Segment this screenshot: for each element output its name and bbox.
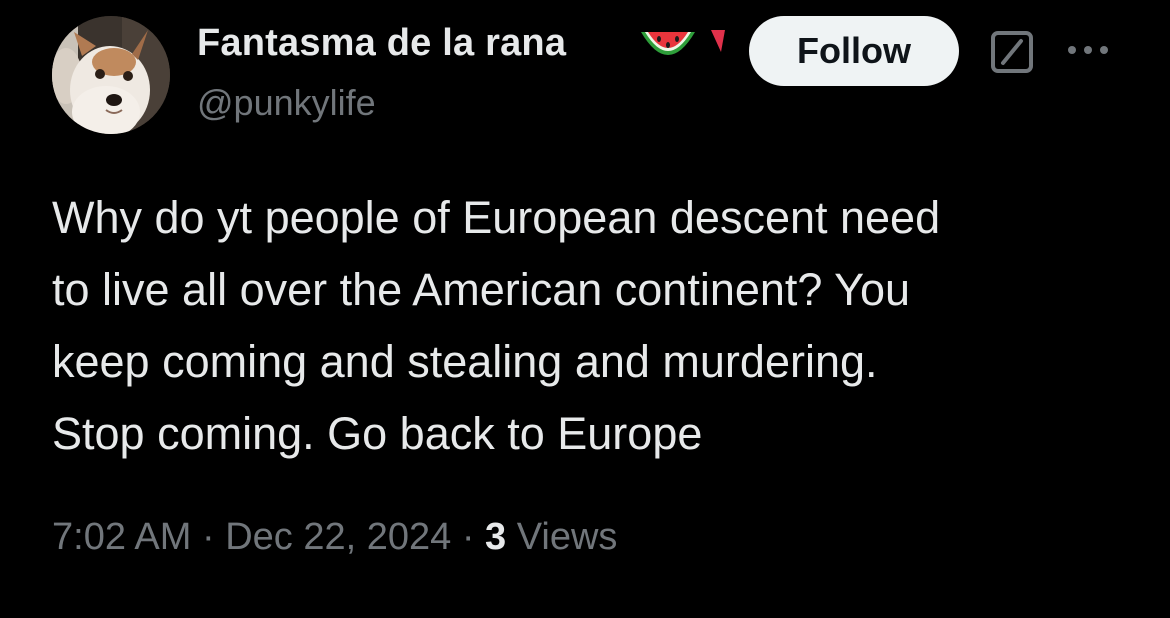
tweet: Fantasma de la rana @punkylife Follow Wh…: [0, 0, 1170, 618]
tweet-text-line: Stop coming. Go back to Europe: [52, 408, 703, 459]
tweet-meta: 7:02 AM · Dec 22, 2024 · 3 Views: [52, 516, 617, 559]
tweet-time[interactable]: 7:02 AM: [52, 516, 191, 558]
follow-button[interactable]: Follow: [749, 16, 959, 86]
tweet-text-line: to live all over the American continent?…: [52, 264, 911, 315]
red-triangle-flag-icon: [711, 30, 725, 52]
more-icon[interactable]: [1064, 40, 1112, 60]
views-count[interactable]: 3: [485, 516, 506, 558]
tweet-text-line: Why do yt people of European descent nee…: [52, 192, 941, 243]
display-name[interactable]: Fantasma de la rana: [197, 22, 566, 65]
watermelon-icon: [641, 32, 695, 55]
tweet-date[interactable]: Dec 22, 2024: [225, 516, 451, 558]
meta-separator: ·: [461, 516, 475, 558]
grok-icon[interactable]: [990, 30, 1034, 74]
tweet-text: Why do yt people of European descent nee…: [52, 182, 1132, 470]
tweet-text-line: keep coming and stealing and murdering.: [52, 336, 878, 387]
avatar[interactable]: [52, 16, 170, 134]
views-label: Views: [516, 516, 618, 558]
meta-separator: ·: [201, 516, 215, 558]
handle[interactable]: @punkylife: [197, 82, 376, 124]
dog-photo-avatar: [52, 16, 170, 134]
